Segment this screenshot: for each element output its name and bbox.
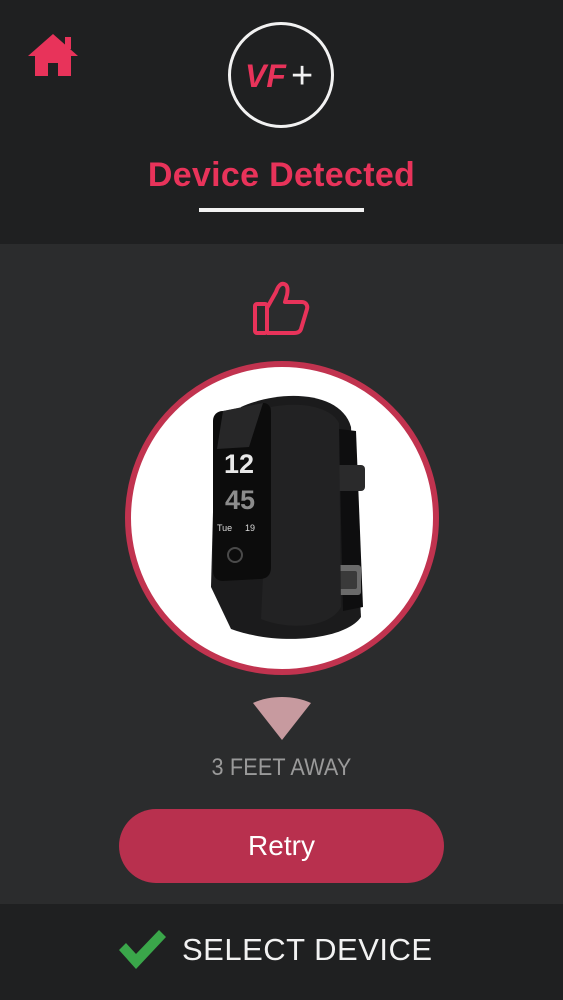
device-screen-day: Tue bbox=[217, 523, 232, 533]
signal-icon bbox=[252, 697, 312, 741]
select-device-bar[interactable]: SELECT DEVICE bbox=[0, 904, 563, 1000]
logo-plus: + bbox=[291, 55, 313, 97]
device-screen-date: 19 bbox=[245, 523, 255, 533]
check-icon bbox=[116, 926, 168, 972]
header: VF + Device Detected bbox=[0, 0, 563, 244]
device-screen-minute: 45 bbox=[225, 485, 255, 515]
app-logo: VF + bbox=[228, 22, 334, 128]
distance-status: 3 FEET AWAY bbox=[211, 754, 352, 781]
home-icon bbox=[28, 34, 78, 76]
logo-text: VF bbox=[245, 58, 287, 94]
thumbs-up-icon bbox=[251, 280, 311, 336]
retry-button[interactable]: Retry bbox=[119, 809, 444, 883]
device-screen-hour: 12 bbox=[224, 449, 254, 479]
device-image: 12 45 Tue 19 bbox=[125, 361, 439, 675]
select-device-label: SELECT DEVICE bbox=[182, 932, 433, 967]
home-button[interactable] bbox=[26, 32, 80, 78]
title-underline bbox=[199, 208, 364, 212]
page-title: Device Detected bbox=[147, 156, 416, 194]
